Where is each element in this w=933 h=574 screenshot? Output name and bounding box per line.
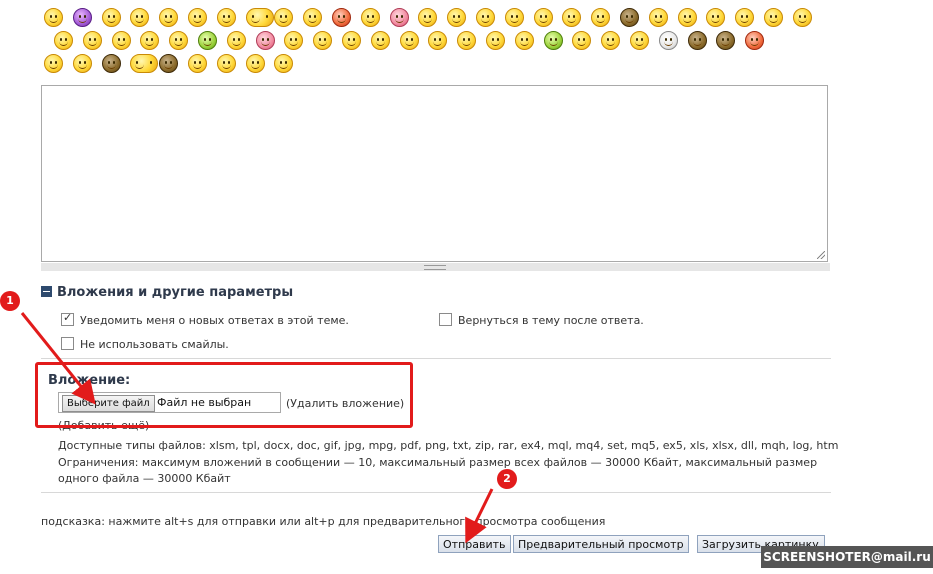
arrow-to-submit [465,488,494,544]
watermark: SCREENSHOTER@mail.ru [761,546,933,568]
annotation-arrows [20,312,494,544]
arrow-to-choose-file [20,312,96,405]
